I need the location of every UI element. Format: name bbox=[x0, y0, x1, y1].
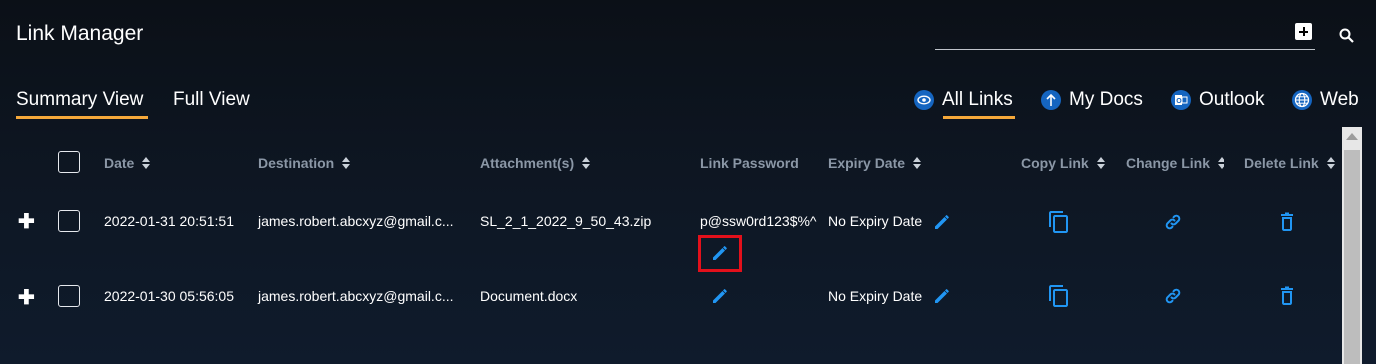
column-header-attachments[interactable]: Attachment(s) bbox=[480, 155, 591, 171]
sort-icon bbox=[342, 157, 351, 169]
row-attachment: Document.docx bbox=[480, 288, 578, 304]
sort-icon bbox=[142, 157, 151, 169]
search-input[interactable] bbox=[935, 49, 1315, 50]
column-header-copy-link[interactable]: Copy Link bbox=[1021, 155, 1106, 171]
row-expiry: No Expiry Date bbox=[828, 288, 923, 304]
active-tab-indicator bbox=[16, 116, 148, 119]
page-title: Link Manager bbox=[16, 22, 144, 45]
edit-password-icon[interactable] bbox=[710, 286, 730, 306]
filter-outlook[interactable]: O Outlook bbox=[1171, 89, 1264, 111]
row-attachment: SL_2_1_2022_9_50_43.zip bbox=[480, 213, 652, 229]
trash-icon[interactable] bbox=[1278, 212, 1296, 232]
copy-icon[interactable] bbox=[1047, 210, 1071, 234]
sort-icon bbox=[582, 157, 591, 169]
active-filter-indicator bbox=[943, 116, 1015, 119]
scrollbar-thumb[interactable] bbox=[1344, 150, 1360, 364]
row-checkbox[interactable] bbox=[58, 210, 80, 232]
column-header-expiry-date[interactable]: Expiry Date bbox=[828, 155, 922, 171]
search-icon[interactable] bbox=[1338, 27, 1356, 45]
highlight-box bbox=[698, 235, 742, 272]
row-checkbox[interactable] bbox=[58, 285, 80, 307]
copy-icon[interactable] bbox=[1047, 284, 1071, 308]
row-destination: james.robert.abcxyz@gmail.c... bbox=[258, 288, 454, 304]
filter-label: All Links bbox=[942, 89, 1013, 110]
filter-label: Outlook bbox=[1199, 89, 1265, 110]
column-header-change-link[interactable]: Change Link bbox=[1126, 155, 1224, 171]
trash-icon[interactable] bbox=[1278, 286, 1296, 306]
sort-icon bbox=[1096, 157, 1106, 169]
svg-text:O: O bbox=[1176, 98, 1182, 105]
filter-label: My Docs bbox=[1069, 89, 1143, 110]
select-all-checkbox[interactable] bbox=[58, 151, 80, 173]
sort-icon bbox=[1326, 157, 1336, 169]
row-date: 2022-01-30 05:56:05 bbox=[104, 288, 234, 304]
expand-row-button[interactable]: ✚ bbox=[18, 285, 35, 310]
upload-icon bbox=[1041, 90, 1061, 110]
row-date: 2022-01-31 20:51:51 bbox=[104, 213, 234, 229]
filter-label: Web bbox=[1320, 89, 1359, 110]
add-link-button[interactable] bbox=[1295, 23, 1312, 40]
column-header-destination[interactable]: Destination bbox=[258, 155, 351, 171]
scroll-up-arrow[interactable] bbox=[1346, 133, 1358, 140]
outlook-icon: O bbox=[1171, 90, 1191, 110]
edit-expiry-icon[interactable] bbox=[932, 286, 952, 306]
filter-my-docs[interactable]: My Docs bbox=[1041, 89, 1143, 111]
row-destination: james.robert.abcxyz@gmail.c... bbox=[258, 213, 454, 229]
column-header-date[interactable]: Date bbox=[104, 155, 151, 171]
column-header-delete-link[interactable]: Delete Link bbox=[1244, 155, 1336, 171]
link-icon[interactable] bbox=[1163, 212, 1183, 232]
globe-icon bbox=[1292, 90, 1312, 110]
filter-all-links[interactable]: All Links bbox=[914, 89, 1013, 111]
expand-row-button[interactable]: ✚ bbox=[18, 209, 35, 234]
tab-full-view[interactable]: Full View bbox=[173, 89, 250, 111]
tab-summary-view[interactable]: Summary View bbox=[16, 89, 143, 111]
filter-web[interactable]: Web bbox=[1292, 89, 1359, 111]
link-icon[interactable] bbox=[1163, 286, 1183, 306]
eye-icon bbox=[914, 90, 934, 110]
edit-expiry-icon[interactable] bbox=[932, 212, 952, 232]
sort-icon bbox=[1218, 157, 1224, 169]
row-password: p@ssw0rd123$%^ bbox=[700, 213, 817, 229]
row-expiry: No Expiry Date bbox=[828, 213, 923, 229]
sort-icon bbox=[913, 157, 922, 169]
column-header-link-password: Link Password bbox=[700, 155, 799, 171]
